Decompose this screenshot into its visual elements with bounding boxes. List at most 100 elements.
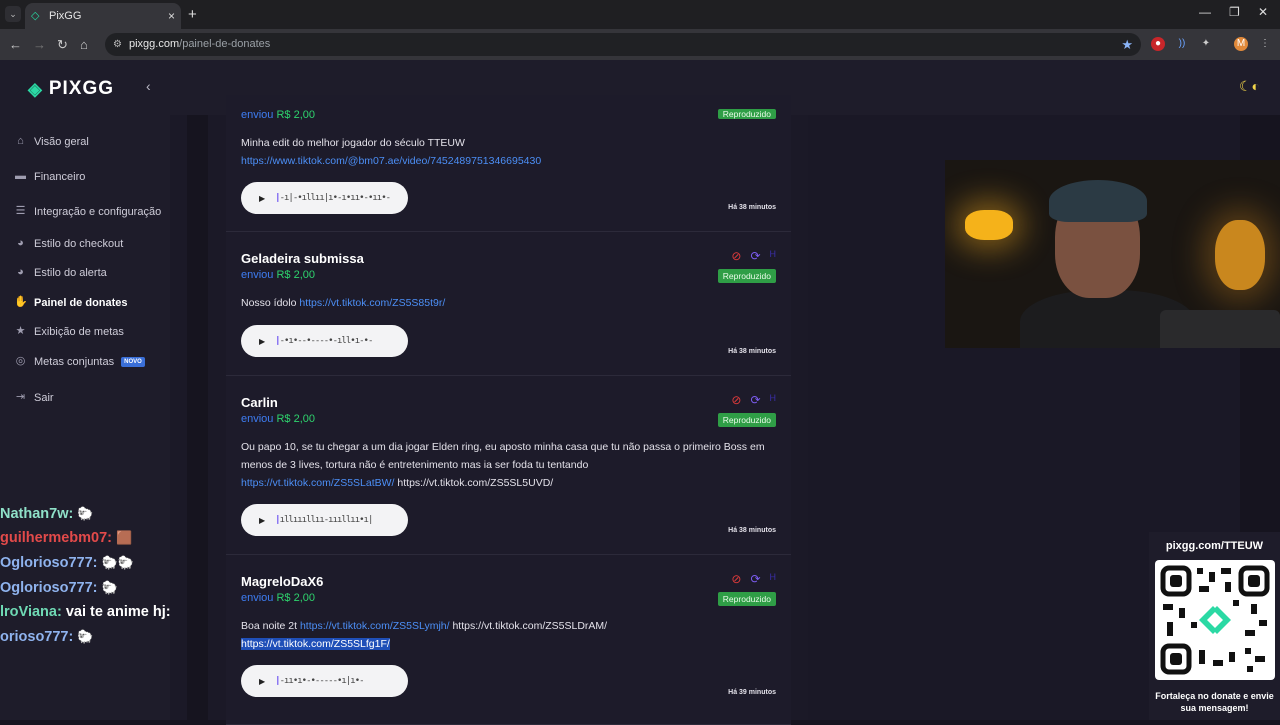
message-text: Minha edit do melhor jogador do século T… — [241, 137, 465, 149]
sidebar-item-painel-donates[interactable]: ✋ Painel de donates — [14, 296, 128, 309]
url-field[interactable]: ⚙ pixgg.com/painel-de-donates ★ — [105, 33, 1141, 56]
message-link-plain: https://vt.tiktok.com/ZS5SL5UVD/ — [397, 477, 554, 489]
sent-label: enviou — [241, 413, 274, 425]
chat-message: orioso777: 🐑 — [0, 629, 94, 645]
sidebar-item-integracao[interactable]: ☰ Integração e configuração — [14, 205, 162, 218]
close-tab-icon[interactable]: × — [168, 9, 175, 23]
donation-time: Há 38 minutos — [728, 527, 776, 534]
status-badge: Reproduzido — [717, 413, 776, 427]
profile-avatar[interactable]: M — [1234, 37, 1248, 51]
capybara-emote-icon: 🐑 — [77, 629, 94, 644]
waveform[interactable]: |ıllıııllıı-ıııllıı•ı| — [275, 515, 373, 525]
waveform[interactable]: |-ı|-•ıllıı|ı•-ı•ıı•-•ıı•- — [275, 193, 391, 203]
forward-icon[interactable]: → — [33, 37, 46, 52]
donation-amount: enviou R$ 2,00 — [241, 413, 315, 425]
message-link[interactable]: https://vt.tiktok.com/ZS5SLatBW/ — [241, 477, 394, 489]
sidebar-item-label: Sair — [34, 391, 54, 404]
streamer-cap — [1049, 180, 1147, 222]
audio-player[interactable]: ▶ |-ı|-•ıllıı|ı•-ı•ıı•-•ıı•- — [241, 182, 408, 214]
url-path: /painel-de-donates — [179, 38, 271, 50]
replay-icon[interactable]: ⟳ — [750, 249, 760, 263]
message-text: Ou papo 10, se tu chegar a um dia jogar … — [241, 441, 765, 471]
sidebar-item-sair[interactable]: ⇥ Sair — [14, 391, 54, 404]
message-link[interactable]: https://vt.tiktok.com/ZS5SLymjh/ — [300, 620, 450, 632]
hide-icon[interactable]: H — [770, 393, 777, 407]
new-badge: NOVO — [121, 356, 145, 367]
cast-extension-icon[interactable]: )) — [1175, 37, 1189, 51]
amount-value: R$ 2,00 — [276, 592, 316, 604]
donor-name: Geladeira submissa — [241, 251, 364, 266]
donor-name: MagreloDaX6 — [241, 574, 324, 589]
message-link-plain: https://vt.tiktok.com/ZS5SLDrAM/ — [452, 620, 608, 632]
reload-icon[interactable]: ↻ — [57, 37, 68, 53]
replay-icon[interactable]: ⟳ — [750, 572, 760, 586]
sent-label: enviou — [241, 109, 274, 121]
sidebar-item-label: Estilo do checkout — [34, 237, 124, 250]
waveform[interactable]: |-ıı•ı•-•-----•ı|ı•- — [275, 676, 364, 686]
block-icon[interactable]: ⊘ — [731, 249, 741, 263]
donation-message: Boa noite 2t https://vt.tiktok.com/ZS5SL… — [241, 617, 781, 653]
restore-icon[interactable]: ❐ — [1229, 5, 1240, 19]
qr-code — [1155, 560, 1275, 680]
play-icon[interactable]: ▶ — [259, 337, 265, 346]
message-link[interactable]: https://vt.tiktok.com/ZS5S85t9r/ — [299, 297, 445, 309]
replay-icon[interactable]: ⟳ — [750, 393, 760, 407]
message-link[interactable]: https://www.tiktok.com/@bm07.ae/video/74… — [241, 155, 541, 167]
pixgg-logo[interactable]: ◈ PIXGG — [28, 78, 114, 100]
browser-menu-icon[interactable]: ⋮ — [1258, 37, 1272, 51]
chat-text: vai te anime hj: — [65, 604, 171, 620]
chat-user: lroViana: — [0, 604, 62, 620]
donation-feed: enviou R$ 2,00 Reproduzido Minha edit do… — [208, 95, 808, 725]
chat-message: Oglorioso777: 🐑🐑 — [0, 555, 134, 571]
hide-icon[interactable]: H — [770, 249, 777, 263]
sidebar-item-label: Metas conjuntas — [34, 355, 115, 368]
background-panel — [187, 115, 208, 720]
message-text: Boa noite 2t — [241, 620, 298, 632]
face-emote-icon: 🟫 — [116, 530, 133, 545]
sidebar-item-label: Estilo do alerta — [34, 266, 107, 279]
site-info-icon[interactable]: ⚙ — [113, 33, 122, 56]
selected-link[interactable]: https://vt.tiktok.com/ZS5SLfg1F/ — [241, 638, 390, 650]
play-icon[interactable]: ▶ — [259, 516, 265, 525]
audio-player[interactable]: ▶ |ıllıııllıı-ıııllıı•ı| — [241, 504, 408, 536]
minimize-icon[interactable]: — — [1199, 5, 1211, 19]
play-icon[interactable]: ▶ — [259, 194, 265, 203]
waveform[interactable]: |-•ı•--•----•-ıll•ı-•- — [275, 336, 373, 346]
close-window-icon[interactable]: ✕ — [1258, 5, 1268, 19]
sidebar-item-label: Painel de donates — [34, 296, 128, 309]
tab-search-icon[interactable]: ⌄ — [5, 6, 21, 22]
target-icon: ◎ — [15, 355, 26, 367]
donation-card: MagreloDaX6 enviou R$ 2,00 ⊘ ⟳ H Reprodu… — [226, 555, 791, 725]
donation-actions: ⊘ ⟳ H — [731, 249, 776, 263]
qr-code-graphic — [1160, 565, 1270, 675]
sent-label: enviou — [241, 269, 274, 281]
theme-toggle-icon[interactable]: ☾◐ — [1239, 78, 1260, 95]
chat-message: Nathan7w: 🐑 — [0, 506, 94, 522]
sidebar-item-financeiro[interactable]: ▬ Financeiro — [14, 170, 85, 183]
home-icon[interactable]: ⌂ — [80, 37, 88, 52]
collapse-sidebar-icon[interactable]: ‹ — [146, 78, 151, 94]
donation-time: Há 38 minutos — [728, 348, 776, 355]
palette-icon: ◕ — [17, 237, 24, 249]
back-icon[interactable]: ← — [9, 37, 22, 52]
block-icon[interactable]: ⊘ — [731, 572, 741, 586]
block-icon[interactable]: ⊘ — [731, 393, 741, 407]
sidebar-item-estilo-checkout[interactable]: ◕ Estilo do checkout — [14, 237, 123, 250]
browser-tab[interactable]: ◇ PixGG × — [25, 3, 181, 29]
sidebar-item-exibicao-metas[interactable]: ★ Exibição de metas — [14, 325, 124, 338]
new-tab-icon[interactable]: + — [188, 6, 197, 23]
bookmark-star-icon[interactable]: ★ — [1121, 33, 1133, 56]
amount-value: R$ 2,00 — [276, 413, 316, 425]
hide-icon[interactable]: H — [770, 572, 777, 586]
play-icon[interactable]: ▶ — [259, 677, 265, 686]
donation-actions: ⊘ ⟳ H — [731, 572, 776, 586]
audio-player[interactable]: ▶ |-•ı•--•----•-ıll•ı-•- — [241, 325, 408, 357]
capybara-emote-icon: 🐑 — [101, 580, 118, 595]
sidebar-item-estilo-alerta[interactable]: ◕ Estilo do alerta — [14, 266, 107, 279]
audio-player[interactable]: ▶ |-ıı•ı•-•-----•ı|ı•- — [241, 665, 408, 697]
sidebar-item-metas-conjuntas[interactable]: ◎ Metas conjuntas NOVO — [14, 355, 145, 368]
extension-icon[interactable]: ● — [1151, 37, 1165, 51]
qr-caption: Fortaleça no donate e envie sua mensagem… — [1155, 691, 1274, 713]
sidebar-item-visao-geral[interactable]: ⌂ Visão geral — [14, 135, 89, 148]
extensions-puzzle-icon[interactable]: ✦ — [1199, 37, 1213, 51]
